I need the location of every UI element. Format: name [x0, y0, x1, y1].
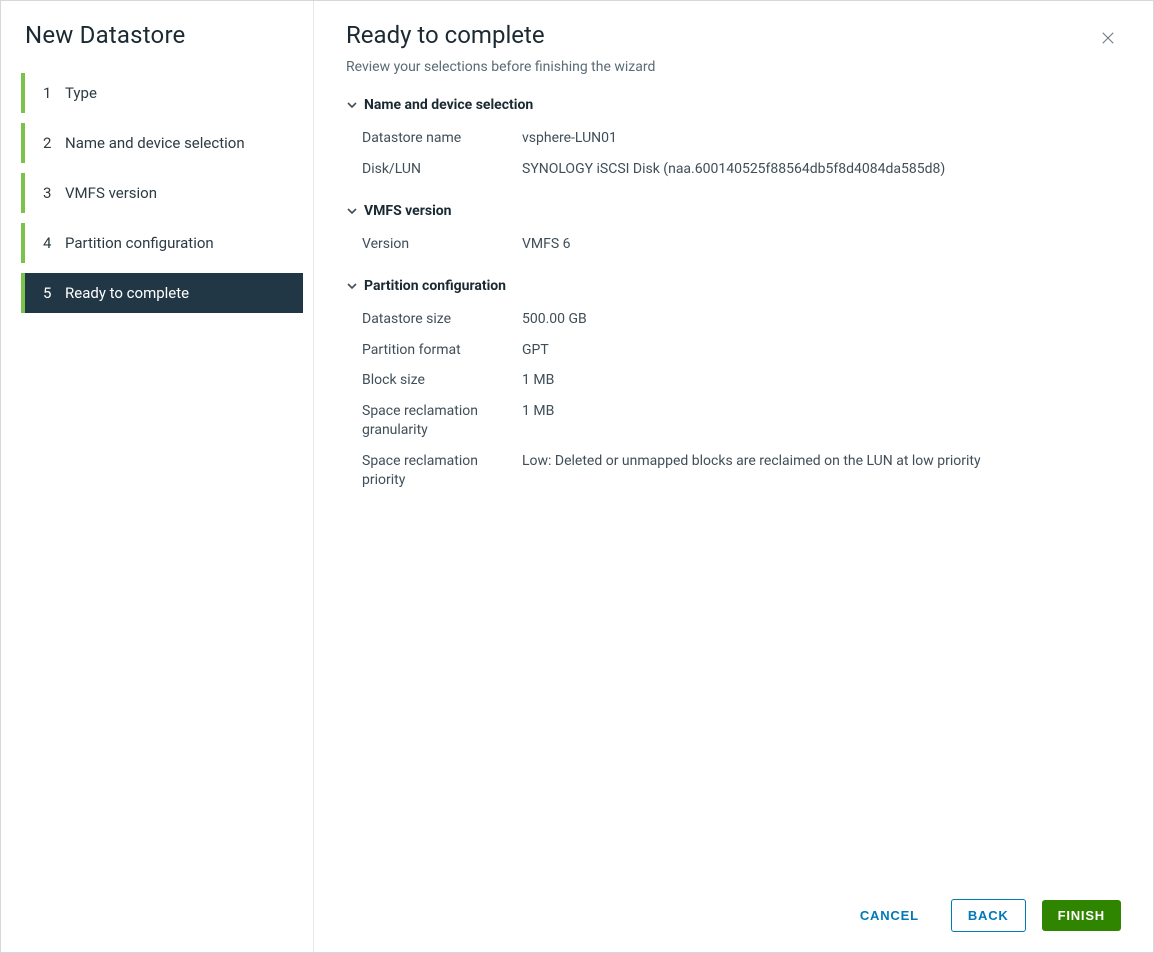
value: 500.00 GB — [522, 310, 1121, 329]
label: Datastore size — [362, 310, 522, 329]
label: Partition format — [362, 341, 522, 360]
row-version: Version VMFS 6 — [346, 229, 1121, 260]
value: 1 MB — [522, 402, 1121, 421]
wizard-sidebar: New Datastore 1 Type 2 Name and device s… — [1, 1, 314, 952]
value: SYNOLOGY iSCSI Disk (naa.600140525f88564… — [522, 160, 1121, 179]
step-number: 4 — [43, 234, 65, 252]
step-label: VMFS version — [65, 184, 157, 202]
chevron-down-icon — [346, 280, 358, 292]
value: GPT — [522, 341, 1121, 360]
step-label: Type — [65, 84, 97, 102]
page-header-text: Ready to complete Review your selections… — [346, 21, 655, 97]
label: Datastore name — [362, 129, 522, 148]
page-subtitle: Review your selections before finishing … — [346, 59, 655, 75]
step-vmfs-version[interactable]: 3 VMFS version — [21, 173, 303, 213]
wizard-footer: CANCEL BACK FINISH — [346, 883, 1121, 932]
label: Version — [362, 235, 522, 254]
step-label: Partition configuration — [65, 234, 214, 252]
section-partition-config: Partition configuration Datastore size 5… — [346, 278, 1121, 496]
section-vmfs-version: VMFS version Version VMFS 6 — [346, 203, 1121, 260]
page-title: Ready to complete — [346, 21, 655, 49]
section-title: Partition configuration — [364, 278, 506, 294]
label: Disk/LUN — [362, 160, 522, 179]
section-name-device: Name and device selection Datastore name… — [346, 97, 1121, 185]
chevron-down-icon — [346, 205, 358, 217]
section-title: Name and device selection — [364, 97, 533, 113]
chevron-down-icon — [346, 99, 358, 111]
step-number: 1 — [43, 84, 65, 102]
row-block-size: Block size 1 MB — [346, 365, 1121, 396]
value: vsphere-LUN01 — [522, 129, 1121, 148]
finish-button[interactable]: FINISH — [1042, 900, 1121, 931]
value: VMFS 6 — [522, 235, 1121, 254]
step-name-device[interactable]: 2 Name and device selection — [21, 123, 303, 163]
section-header-vmfs[interactable]: VMFS version — [346, 203, 1121, 219]
row-reclaim-priority: Space reclamation priority Low: Deleted … — [346, 446, 1121, 496]
step-partition-config[interactable]: 4 Partition configuration — [21, 223, 303, 263]
page-header: Ready to complete Review your selections… — [346, 21, 1121, 97]
step-ready-complete[interactable]: 5 Ready to complete — [21, 273, 303, 313]
step-number: 5 — [43, 284, 65, 302]
row-datastore-size: Datastore size 500.00 GB — [346, 304, 1121, 335]
row-reclaim-granularity: Space reclamation granularity 1 MB — [346, 396, 1121, 446]
label: Block size — [362, 371, 522, 390]
step-number: 3 — [43, 184, 65, 202]
summary-sections: Name and device selection Datastore name… — [346, 97, 1121, 883]
section-header-name-device[interactable]: Name and device selection — [346, 97, 1121, 113]
value: 1 MB — [522, 371, 1121, 390]
close-button[interactable] — [1095, 25, 1121, 55]
row-partition-format: Partition format GPT — [346, 335, 1121, 366]
label: Space reclamation priority — [362, 452, 522, 490]
step-label: Ready to complete — [65, 284, 189, 302]
step-label: Name and device selection — [65, 134, 245, 152]
step-number: 2 — [43, 134, 65, 152]
section-header-partition[interactable]: Partition configuration — [346, 278, 1121, 294]
wizard-main: Ready to complete Review your selections… — [314, 1, 1153, 952]
back-button[interactable]: BACK — [951, 899, 1026, 932]
section-title: VMFS version — [364, 203, 452, 219]
wizard-steps: 1 Type 2 Name and device selection 3 VMF… — [1, 73, 313, 323]
cancel-button[interactable]: CANCEL — [844, 900, 935, 931]
new-datastore-wizard: New Datastore 1 Type 2 Name and device s… — [0, 0, 1154, 953]
wizard-title: New Datastore — [1, 1, 313, 73]
close-icon — [1099, 31, 1117, 52]
row-datastore-name: Datastore name vsphere-LUN01 — [346, 123, 1121, 154]
label: Space reclamation granularity — [362, 402, 522, 440]
step-type[interactable]: 1 Type — [21, 73, 303, 113]
row-disk-lun: Disk/LUN SYNOLOGY iSCSI Disk (naa.600140… — [346, 154, 1121, 185]
value: Low: Deleted or unmapped blocks are recl… — [522, 452, 1121, 471]
